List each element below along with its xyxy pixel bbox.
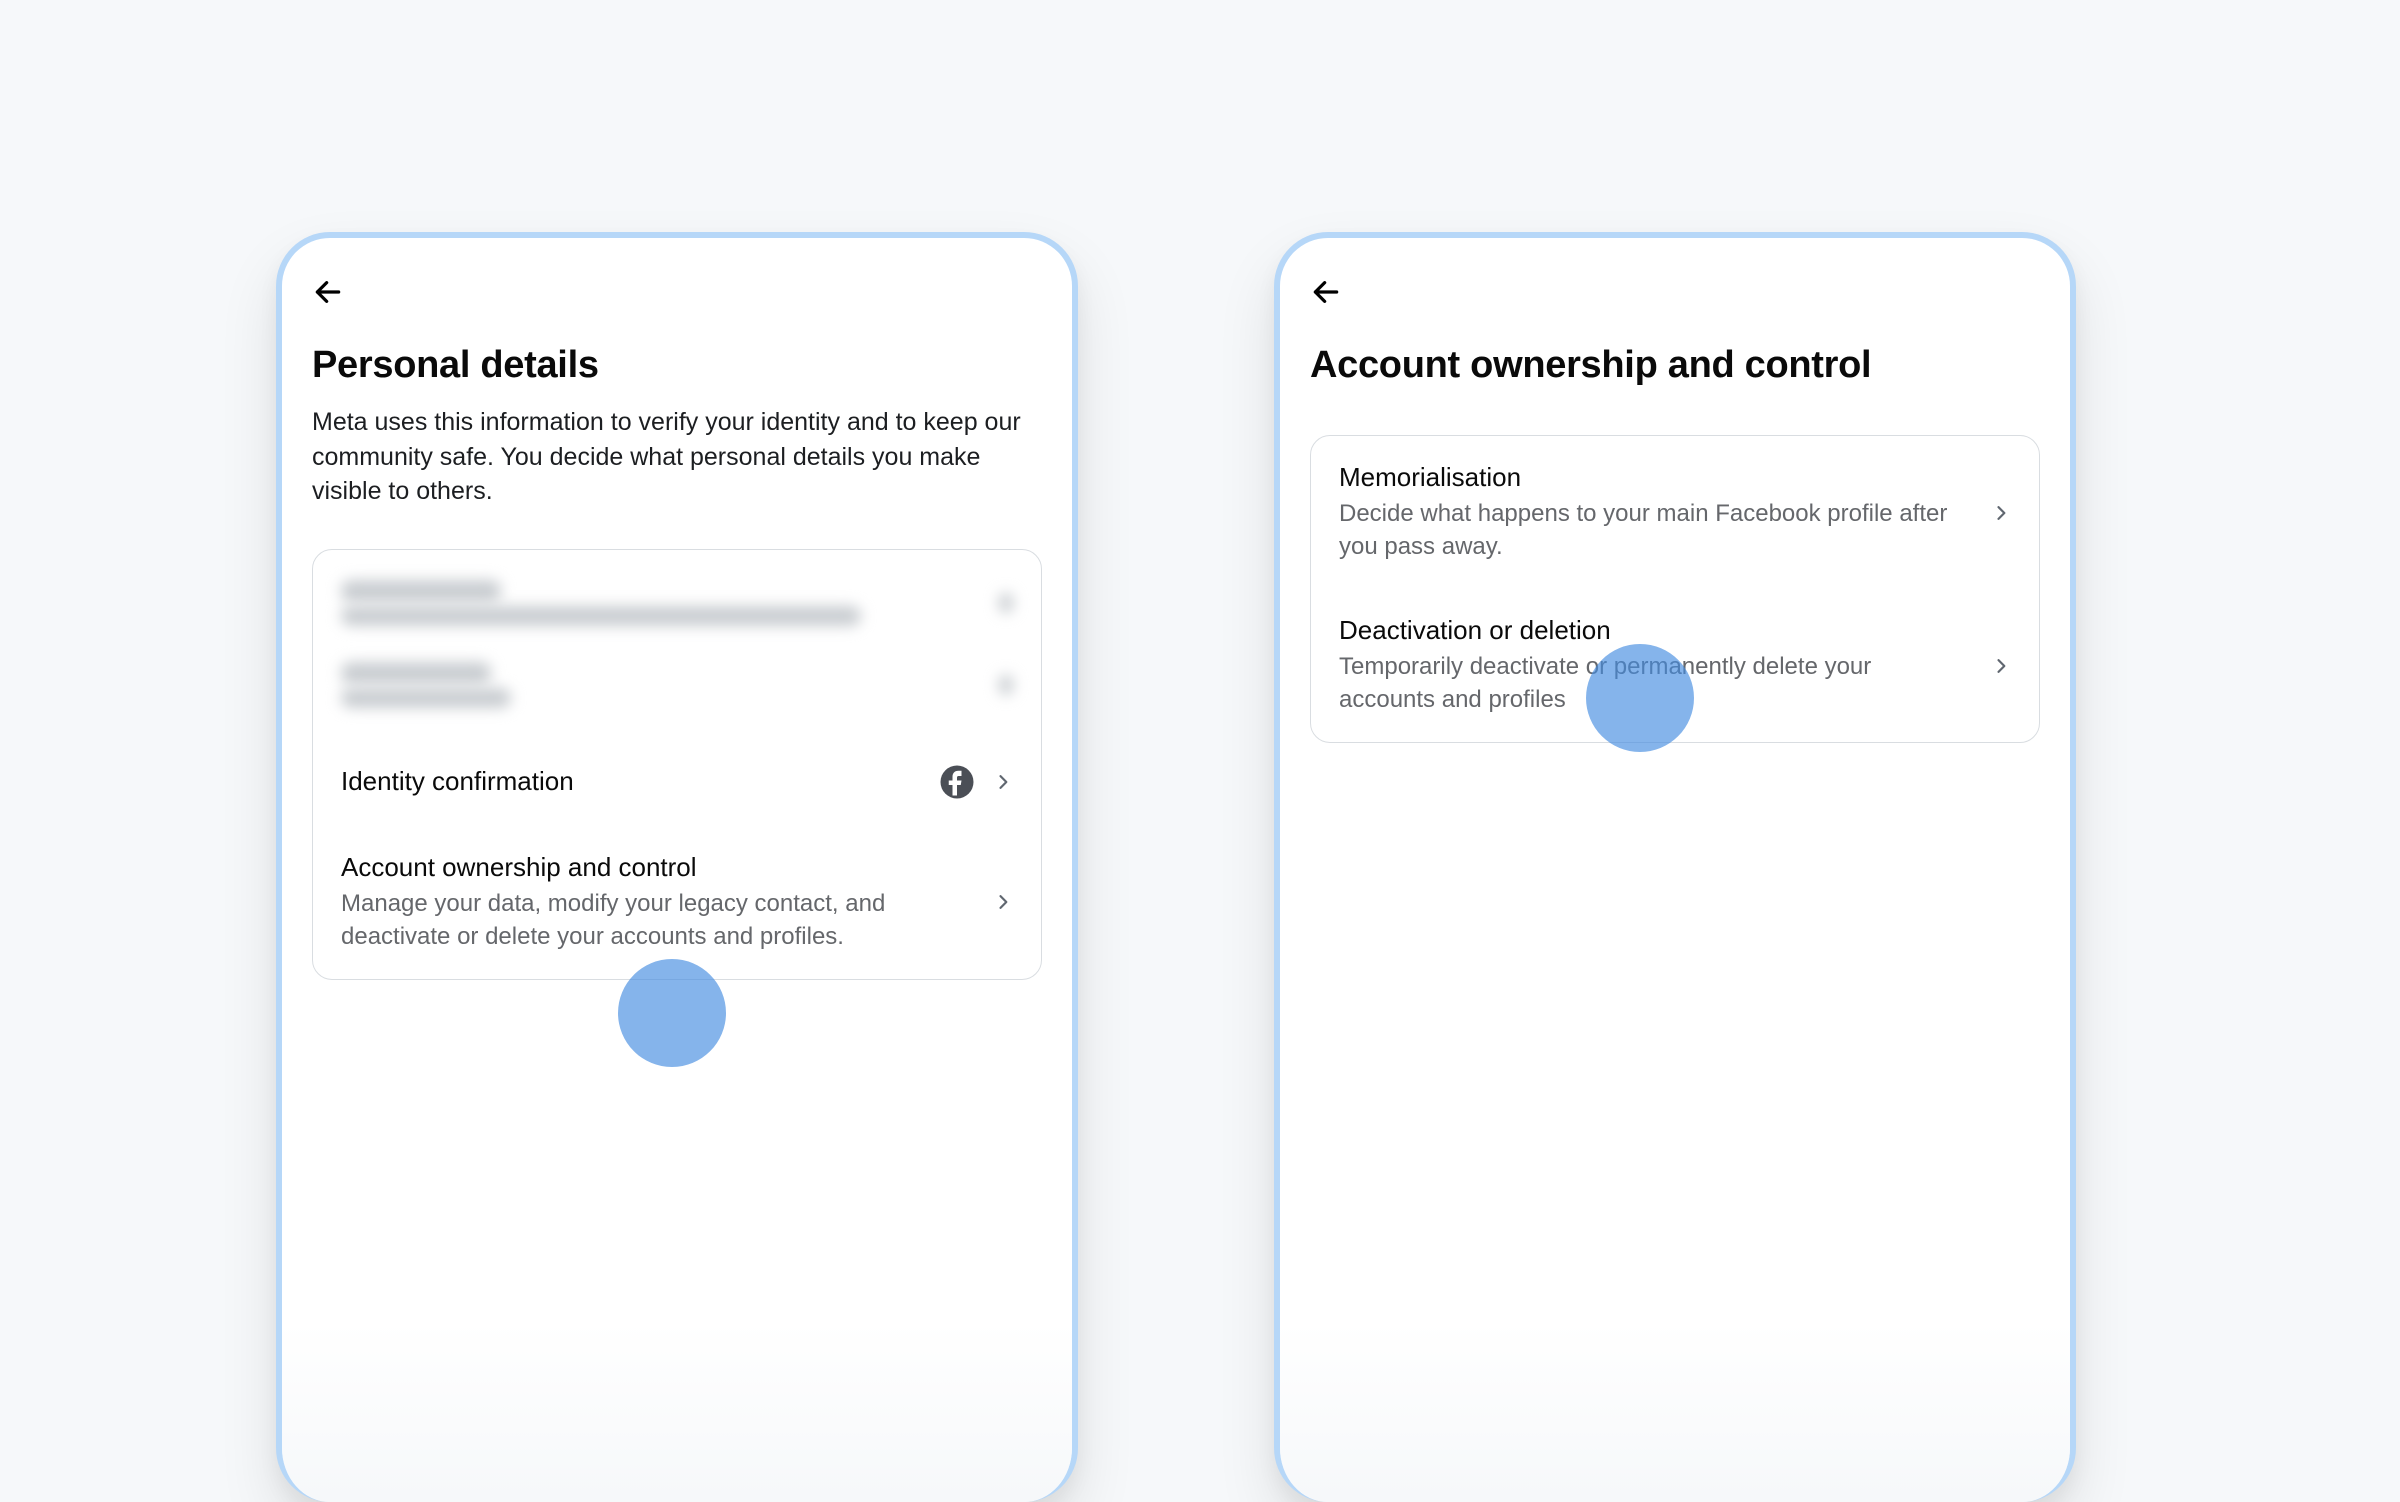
back-button[interactable]: [1310, 272, 1350, 312]
arrow-left-icon: [312, 276, 344, 308]
arrow-left-icon: [1310, 276, 1342, 308]
row-title: Identity confirmation: [341, 766, 921, 797]
redacted-text: [341, 688, 511, 708]
row-title: Deactivation or deletion: [1339, 615, 1973, 646]
redacted-icon: [999, 675, 1013, 695]
row-title: Memorialisation: [1339, 462, 1973, 493]
row-account-ownership[interactable]: Account ownership and control Manage you…: [313, 826, 1041, 979]
bottom-fade: [1274, 1322, 2076, 1502]
chevron-right-icon: [993, 886, 1013, 918]
phone-account-ownership: Account ownership and control Memorialis…: [1274, 232, 2076, 1502]
redacted-text: [341, 580, 501, 602]
row-contact-info[interactable]: [313, 550, 1041, 644]
row-description: Manage your data, modify your legacy con…: [341, 887, 975, 953]
phone-personal-details: Personal details Meta uses this informat…: [276, 232, 1078, 1502]
page-title: Account ownership and control: [1310, 344, 2040, 387]
page-subtitle: Meta uses this information to verify you…: [312, 405, 1042, 509]
settings-card: Memorialisation Decide what happens to y…: [1310, 435, 2040, 743]
settings-card: Identity confirmation Account ownership …: [312, 549, 1042, 980]
page-title: Personal details: [312, 344, 1042, 387]
chevron-right-icon: [1991, 497, 2011, 529]
redacted-text: [341, 662, 491, 684]
chevron-right-icon: [1991, 650, 2011, 682]
row-title: Account ownership and control: [341, 852, 975, 883]
row-date-of-birth[interactable]: [313, 644, 1041, 738]
row-description: Decide what happens to your main Faceboo…: [1339, 497, 1973, 563]
chevron-right-icon: [993, 766, 1013, 798]
row-description: Temporarily deactivate or permanently de…: [1339, 650, 1973, 716]
back-button[interactable]: [312, 272, 352, 312]
redacted-icon: [999, 593, 1013, 613]
row-deactivation-deletion[interactable]: Deactivation or deletion Temporarily dea…: [1311, 589, 2039, 742]
facebook-icon: [939, 764, 975, 800]
redacted-text: [341, 606, 861, 626]
bottom-fade: [276, 1322, 1078, 1502]
row-identity-confirmation[interactable]: Identity confirmation: [313, 738, 1041, 826]
row-memorialisation[interactable]: Memorialisation Decide what happens to y…: [1311, 436, 2039, 589]
